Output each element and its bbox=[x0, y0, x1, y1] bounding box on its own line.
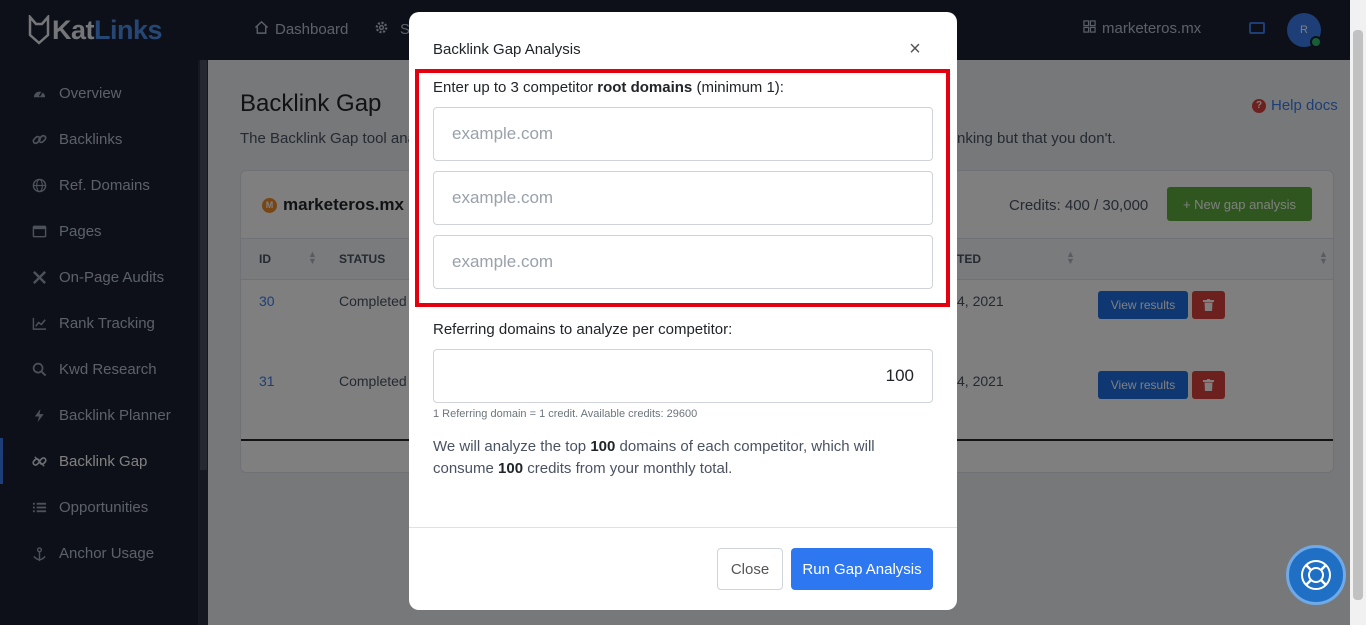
referring-domains-input[interactable] bbox=[433, 349, 933, 403]
run-gap-analysis-button[interactable]: Run Gap Analysis bbox=[791, 548, 933, 590]
highlight-annotation-box bbox=[415, 69, 950, 307]
modal-title: Backlink Gap Analysis bbox=[433, 41, 581, 58]
support-chat-button[interactable] bbox=[1286, 545, 1346, 605]
info-credits-count: 100 bbox=[498, 460, 524, 477]
lifebuoy-icon bbox=[1301, 560, 1331, 590]
referring-domains-label: Referring domains to analyze per competi… bbox=[433, 321, 733, 338]
info-text-part: We will analyze the top bbox=[433, 438, 591, 455]
modal-footer-divider bbox=[409, 527, 957, 528]
page-scrollbar-thumb[interactable] bbox=[1353, 30, 1363, 600]
analysis-info-text: We will analyze the top 100 domains of e… bbox=[433, 436, 938, 480]
info-domains-count: 100 bbox=[590, 438, 616, 455]
close-button[interactable]: Close bbox=[717, 548, 783, 590]
credits-hint: 1 Referring domain = 1 credit. Available… bbox=[433, 408, 698, 420]
info-text-part: credits from your monthly total. bbox=[523, 460, 733, 477]
close-icon[interactable]: × bbox=[906, 39, 924, 59]
